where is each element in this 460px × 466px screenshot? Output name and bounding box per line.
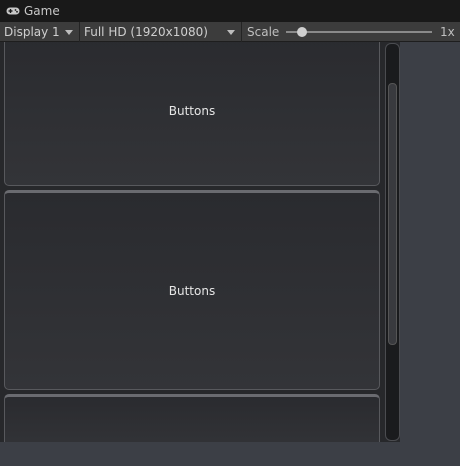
ui-button-3[interactable]: [4, 394, 380, 442]
scale-slider-track[interactable]: [286, 31, 432, 33]
ui-button-1-label: Buttons: [168, 104, 216, 118]
game-tab[interactable]: Game: [0, 0, 64, 22]
ui-button-2[interactable]: Buttons: [4, 190, 380, 390]
scale-slider-handle[interactable]: [297, 27, 307, 37]
ui-button-2-label: Buttons: [168, 284, 216, 298]
scale-value: 1x: [440, 25, 455, 39]
game-tab-label: Game: [24, 4, 60, 18]
resolution-dropdown-value: Full HD (1920x1080): [84, 25, 208, 39]
scale-label: Scale: [247, 25, 280, 39]
chevron-down-icon: [227, 30, 235, 35]
display-dropdown-value: Display 1: [4, 25, 60, 39]
chevron-down-icon: [65, 30, 73, 35]
gamepad-icon: [6, 7, 20, 15]
ui-button-1[interactable]: Buttons: [4, 42, 380, 186]
game-view-toolbar: Display 1 Full HD (1920x1080) Scale 1x: [0, 22, 460, 42]
resolution-dropdown[interactable]: Full HD (1920x1080): [80, 22, 242, 42]
editor-tab-bar: Game: [0, 0, 460, 23]
game-viewport[interactable]: Buttons Buttons: [0, 42, 400, 442]
display-dropdown[interactable]: Display 1: [0, 22, 80, 42]
scrollbar-thumb[interactable]: [388, 83, 397, 345]
